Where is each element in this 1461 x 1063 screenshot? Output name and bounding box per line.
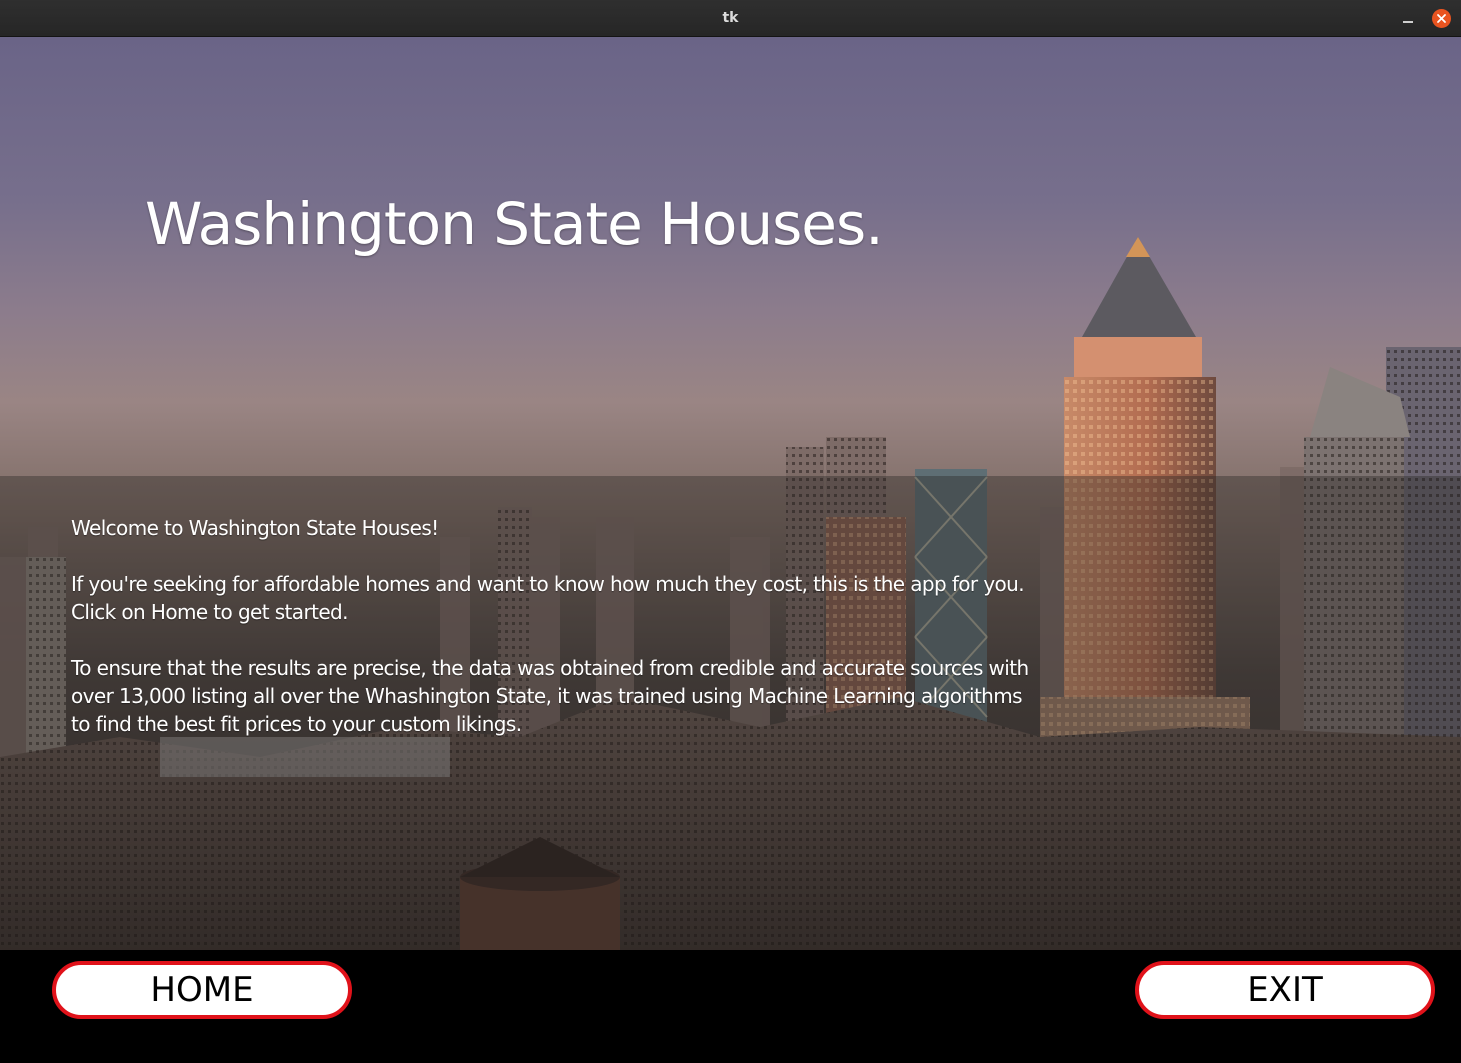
window-titlebar[interactable]: tk — [0, 0, 1461, 37]
description-line: If you're seeking for affordable homes a… — [71, 572, 1025, 596]
exit-button[interactable]: EXIT — [1135, 961, 1435, 1019]
home-button[interactable]: HOME — [52, 961, 352, 1019]
description-line: to find the best fit prices to your cust… — [71, 712, 522, 736]
minimize-icon[interactable] — [1398, 10, 1418, 28]
page-title: Washington State Houses. — [145, 190, 884, 258]
city-background-image — [0, 37, 1461, 950]
bottom-bar: HOME EXIT — [0, 950, 1461, 1063]
close-icon[interactable] — [1432, 9, 1451, 28]
app-window: tk Washington State Houses. Welcome to W… — [0, 0, 1461, 1063]
welcome-text: Welcome to Washington State Houses! — [71, 516, 439, 540]
description-line: Click on Home to get started. — [71, 600, 348, 624]
description-line: To ensure that the results are precise, … — [71, 656, 1029, 680]
window-title: tk — [722, 10, 739, 26]
description-line: over 13,000 listing all over the Whashin… — [71, 684, 1023, 708]
